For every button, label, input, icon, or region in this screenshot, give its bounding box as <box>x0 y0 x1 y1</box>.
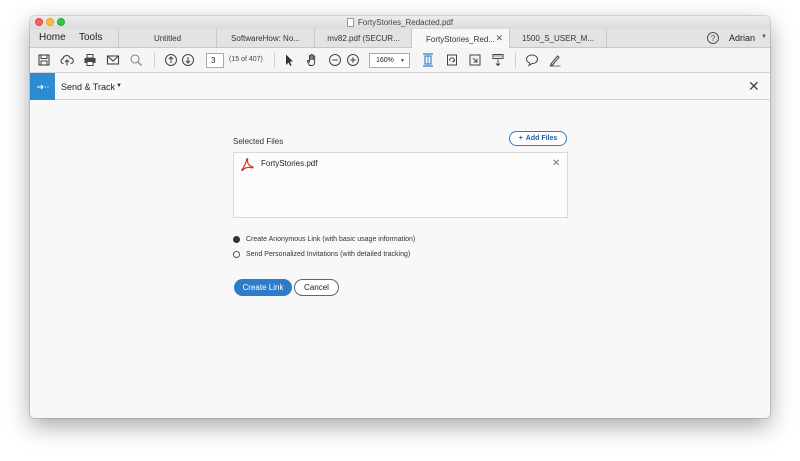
tab-label: SoftwareHow: No... <box>231 34 300 43</box>
print-icon[interactable] <box>83 53 97 67</box>
app-window: FortyStories_Redacted.pdf Home Tools Unt… <box>30 16 770 418</box>
tab-softwarehow[interactable]: SoftwareHow: No... <box>216 29 314 48</box>
radio-checked[interactable] <box>233 235 240 243</box>
cancel-button[interactable]: Cancel <box>294 279 339 296</box>
save-icon[interactable] <box>37 53 51 67</box>
tab-user-manual[interactable]: 1500_S_USER_M... <box>509 29 607 48</box>
toolbar-divider <box>274 53 275 68</box>
file-name: FortyStories.pdf <box>261 159 318 168</box>
send-track-content: Selected Files + Add Files FortyStories.… <box>30 100 770 418</box>
zoom-in-icon[interactable] <box>346 53 360 67</box>
add-files-button[interactable]: + Add Files <box>509 131 567 146</box>
toolbar: (15 of 407) 160% ▼ <box>30 48 770 73</box>
tab-label: mv82.pdf (SECUR... <box>327 34 400 43</box>
page-count: (15 of 407) <box>229 56 263 63</box>
send-track-title[interactable]: Send & Track <box>61 82 115 92</box>
comment-icon[interactable] <box>525 53 539 67</box>
document-icon <box>346 18 354 27</box>
tab-mv82[interactable]: mv82.pdf (SECUR... <box>314 29 412 48</box>
option-label: Send Personalized Invitations (with deta… <box>246 250 411 258</box>
title-bar: FortyStories_Redacted.pdf <box>30 16 770 29</box>
full-screen-icon[interactable] <box>468 53 482 67</box>
close-panel-icon[interactable]: ✕ <box>748 79 760 93</box>
page-number-input[interactable] <box>206 53 224 68</box>
upload-cloud-icon[interactable] <box>60 53 74 67</box>
option-anonymous-link[interactable]: Create Anonymous Link (with basic usage … <box>233 233 415 245</box>
tab-label: Untitled <box>153 34 182 43</box>
rotate-view-icon[interactable] <box>445 53 459 67</box>
tab-bar: Home Tools Untitled SoftwareHow: No... m… <box>30 29 770 49</box>
selected-files-label: Selected Files <box>233 137 284 146</box>
remove-file-icon[interactable]: ✕ <box>552 158 560 169</box>
tab-fortystories[interactable]: FortyStories_Red... ✕ <box>411 29 509 49</box>
add-files-label: Add Files <box>525 135 558 142</box>
next-page-icon[interactable] <box>181 53 195 67</box>
zoom-level-value: 160% <box>376 57 394 64</box>
tab-label: FortyStories_Red... <box>426 34 495 44</box>
scroll-mode-icon[interactable] <box>491 53 505 67</box>
option-label: Create Anonymous Link (with basic usage … <box>246 235 416 243</box>
chevron-down-icon[interactable]: ▼ <box>761 34 767 40</box>
sign-pen-icon[interactable] <box>548 53 562 67</box>
create-link-button[interactable]: Create Link <box>234 279 292 296</box>
previous-page-icon[interactable] <box>164 53 178 67</box>
plus-icon: + <box>518 135 523 142</box>
zoom-level-select[interactable]: 160% ▼ <box>369 53 410 68</box>
nav-home[interactable]: Home <box>39 32 66 43</box>
selected-files-list: FortyStories.pdf ✕ <box>233 152 568 218</box>
zoom-out-icon[interactable] <box>328 53 342 67</box>
window-title: FortyStories_Redacted.pdf <box>357 18 454 27</box>
window-title-wrap: FortyStories_Redacted.pdf <box>30 16 770 29</box>
tab-label: 1500_S_USER_M... <box>521 34 595 43</box>
pdf-file-icon <box>240 157 254 171</box>
fit-page-icon[interactable] <box>421 53 435 67</box>
file-list-item[interactable]: FortyStories.pdf ✕ <box>234 153 567 175</box>
hand-tool-icon[interactable] <box>305 53 319 67</box>
option-personalized-invitations[interactable]: Send Personalized Invitations (with deta… <box>233 248 410 260</box>
chevron-down-icon: ▼ <box>400 58 405 64</box>
tab-untitled[interactable]: Untitled <box>118 29 216 48</box>
send-track-icon[interactable] <box>30 73 55 100</box>
nav-tools[interactable]: Tools <box>79 32 102 43</box>
help-icon[interactable]: ? <box>707 32 719 44</box>
send-track-bar: Send & Track ▼ ✕ <box>30 73 770 100</box>
chevron-down-icon[interactable]: ▼ <box>116 83 122 89</box>
toolbar-divider <box>154 53 155 68</box>
search-icon[interactable] <box>129 53 143 67</box>
select-cursor-icon[interactable] <box>282 53 296 67</box>
user-menu[interactable]: Adrian <box>729 33 755 43</box>
email-icon[interactable] <box>106 53 120 67</box>
tab-close-icon[interactable]: ✕ <box>495 33 503 44</box>
toolbar-divider <box>515 53 516 68</box>
radio-unchecked[interactable] <box>233 250 240 258</box>
